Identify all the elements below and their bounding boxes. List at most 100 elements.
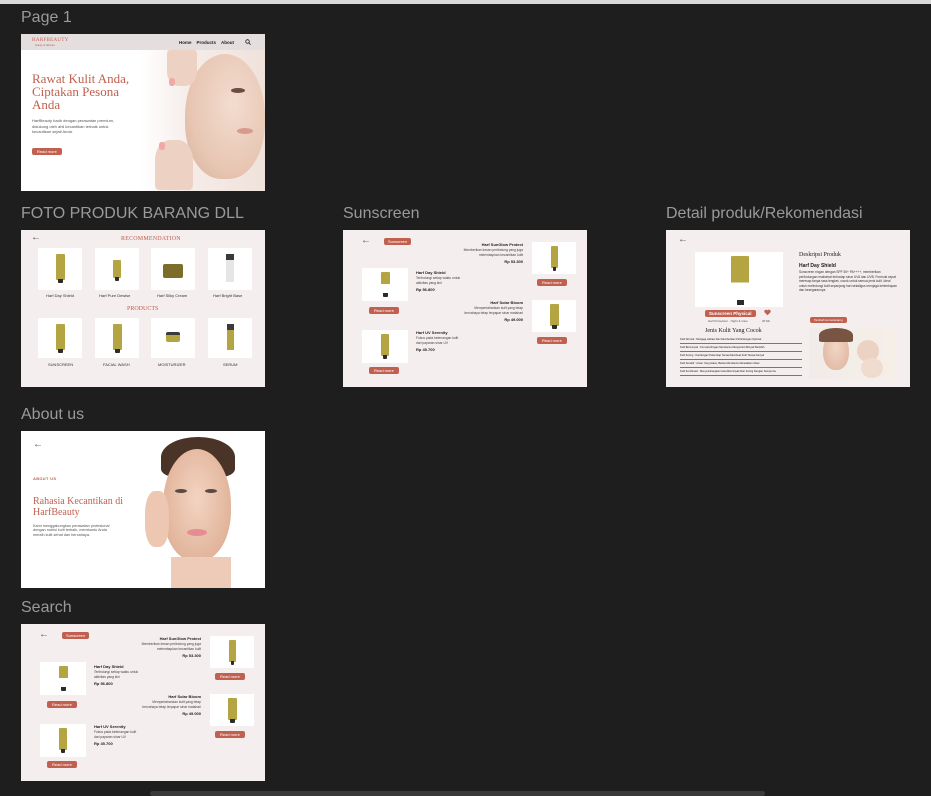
serum-bottle-image [226, 254, 234, 282]
frame-label-about[interactable]: About us [21, 406, 84, 424]
model-eye [175, 489, 187, 493]
read-more-button[interactable]: Read more [537, 337, 567, 344]
category-card-sunscreen[interactable] [38, 318, 82, 358]
category-card-moisturizer[interactable] [151, 318, 195, 358]
product-meta: Harf Protection · Night & Care [708, 319, 748, 323]
read-more-button[interactable]: Read more [215, 673, 245, 680]
model-lips [187, 529, 207, 536]
product-image-uv-serenity [40, 724, 86, 757]
rec-card-silky-cream[interactable] [151, 248, 195, 290]
product-tube-image [731, 256, 749, 300]
hero-read-more-button[interactable]: Read more [32, 148, 62, 155]
read-more-button[interactable]: Read more [537, 279, 567, 286]
back-arrow-icon[interactable]: ← [31, 233, 41, 243]
product-tube-image [551, 246, 558, 271]
frame-foto-produk[interactable]: ← RECOMMENDATION Harf Day Shield Harf Pu… [21, 230, 265, 387]
product-price: Rp 56.800 [94, 680, 113, 686]
category-label: FACIAL WASH [103, 362, 130, 367]
skin-type-item: Kulit Berminyak : Formula Ringan Membant… [680, 344, 802, 352]
nail-polish-top [169, 78, 175, 86]
add-to-cart-button[interactable]: Tambah ke keranjang [810, 317, 847, 323]
skin-type-item: Kulit Kering : Kandungan Pelembap Terasa… [680, 352, 802, 360]
product-desc: Terlindungi setiap waktu untuk aktivitas… [416, 275, 461, 286]
category-card-serum[interactable] [208, 318, 252, 358]
about-body: Kami menggabungkan perawatan profesional… [33, 524, 110, 537]
category-badge[interactable]: Sunscreen [384, 238, 412, 245]
hero-body: HarfBeauty hadir dengan perawatan premiu… [32, 118, 115, 134]
frame-about-us[interactable]: ← ABOUT US Rahasia Kecantikan di HarfBea… [21, 431, 265, 588]
rec-card-pure-dewise[interactable] [95, 248, 139, 290]
product-price: Rp 49.000 [504, 316, 523, 322]
rec-card-day-shield[interactable] [38, 248, 82, 290]
read-more-button[interactable]: Read more [47, 701, 77, 708]
category-card-facial-wash[interactable] [95, 318, 139, 358]
product-item-sunglow[interactable]: Harf SunGlow Protect Memberikan kesan pe… [139, 636, 201, 658]
product-tube-image [59, 728, 67, 753]
nail-polish [159, 142, 165, 150]
brand-tagline: beauty & skincare [35, 44, 55, 47]
read-more-button[interactable]: Read more [369, 367, 399, 374]
frame-search[interactable]: ← Sunscreen Harf SunGlow Protect Memberi… [21, 624, 265, 781]
frame-label-page1[interactable]: Page 1 [21, 9, 72, 27]
product-item-uv-serenity[interactable]: Harf UV Serenity Fokus pada ketenangan k… [94, 724, 142, 746]
description-title: Deskripsi Produk [799, 252, 841, 258]
product-tube-image [381, 272, 390, 297]
heart-icon[interactable] [764, 309, 771, 316]
rec-label: Harf Silky Cream [157, 293, 188, 298]
back-arrow-icon[interactable]: ← [361, 236, 371, 246]
powder-puff [861, 358, 883, 378]
product-item-sunglow[interactable]: Harf SunGlow Protect Memberikan kesan pe… [461, 242, 523, 264]
product-desc: Memberikan kesan perlindung yang juga me… [141, 641, 201, 652]
frame-detail-produk[interactable]: ← Sunscreen Physical Harf Protection · N… [666, 230, 910, 387]
frame-label-sunscreen[interactable]: Sunscreen [343, 205, 420, 223]
frame-page1[interactable]: HARFBEAUTY beauty & skincare Home Produc… [21, 34, 265, 191]
model-lips [237, 128, 253, 134]
about-kicker: ABOUT US [33, 476, 57, 481]
frame-label-detail[interactable]: Detail produk/Rekomendasi [666, 205, 863, 223]
frame-label-search[interactable]: Search [21, 599, 72, 617]
back-arrow-icon[interactable]: ← [33, 440, 43, 450]
skin-type-item: Kulit Kombinasi : Menyeimbangkan Area Be… [680, 368, 802, 376]
product-item-day-shield[interactable]: Harf Day Shield Terlindungi setiap waktu… [94, 664, 142, 686]
search-query-badge[interactable]: Sunscreen [62, 632, 90, 639]
product-price: Rp 53.300 [182, 652, 201, 658]
search-icon[interactable] [245, 39, 251, 45]
canvas-horizontal-scrollbar[interactable] [150, 791, 765, 796]
category-label: SERUM [223, 362, 238, 367]
product-desc: Fokus pada ketenangan kulit dari paparan… [416, 335, 459, 346]
serum-bottle-image [227, 324, 234, 350]
nav-products[interactable]: Products [197, 40, 217, 45]
rec-card-bright-base[interactable] [208, 248, 252, 290]
product-price: Rp 49.000 [182, 710, 201, 716]
product-tube-image [113, 260, 121, 281]
read-more-button[interactable]: Read more [47, 761, 77, 768]
frame-sunscreen[interactable]: ← Sunscreen Harf SunGlow Protect Memberi… [343, 230, 587, 387]
product-image-uv-serenity [362, 330, 408, 363]
product-type-label: Sunscreen Physical [705, 310, 756, 317]
about-model-image [131, 431, 265, 588]
product-tube-image [228, 698, 237, 723]
product-item-uv-serenity[interactable]: Harf UV Serenity Fokus pada ketenangan k… [416, 330, 464, 352]
read-more-button[interactable]: Read more [215, 731, 245, 738]
nav-about[interactable]: About [221, 40, 234, 45]
product-price: Rp 45.700 [416, 346, 435, 352]
product-item-day-shield[interactable]: Harf Day Shield Terlindungi setiap waktu… [416, 270, 464, 292]
read-more-button[interactable]: Read more [369, 307, 399, 314]
product-price: Rp 56.800 [416, 286, 435, 292]
brand-logo[interactable]: HARFBEAUTY [32, 38, 69, 43]
product-item-solar-bloom[interactable]: Harf Solar Bloom Mempertahankan kulit ya… [139, 694, 201, 716]
rec-label: Harf Day Shield [46, 293, 75, 298]
detail-product-name: Harf Day Shield [799, 263, 836, 269]
back-arrow-icon[interactable]: ← [678, 235, 688, 245]
model-hand [145, 491, 169, 547]
frame-label-foto[interactable]: FOTO PRODUK BARANG DLL [21, 205, 244, 223]
product-tube-image [59, 666, 68, 691]
back-arrow-icon[interactable]: ← [39, 630, 49, 640]
product-tube-image [56, 254, 65, 283]
product-item-solar-bloom[interactable]: Harf Solar Bloom Mempertahankan kulit ya… [461, 300, 523, 322]
category-label: MOISTURIZER [158, 362, 186, 367]
nav-home[interactable]: Home [179, 40, 192, 45]
model-eye [205, 489, 217, 493]
product-desc: Mempertahankan kulit yang tetap bercahay… [464, 305, 523, 316]
product-tube-image [381, 334, 389, 359]
